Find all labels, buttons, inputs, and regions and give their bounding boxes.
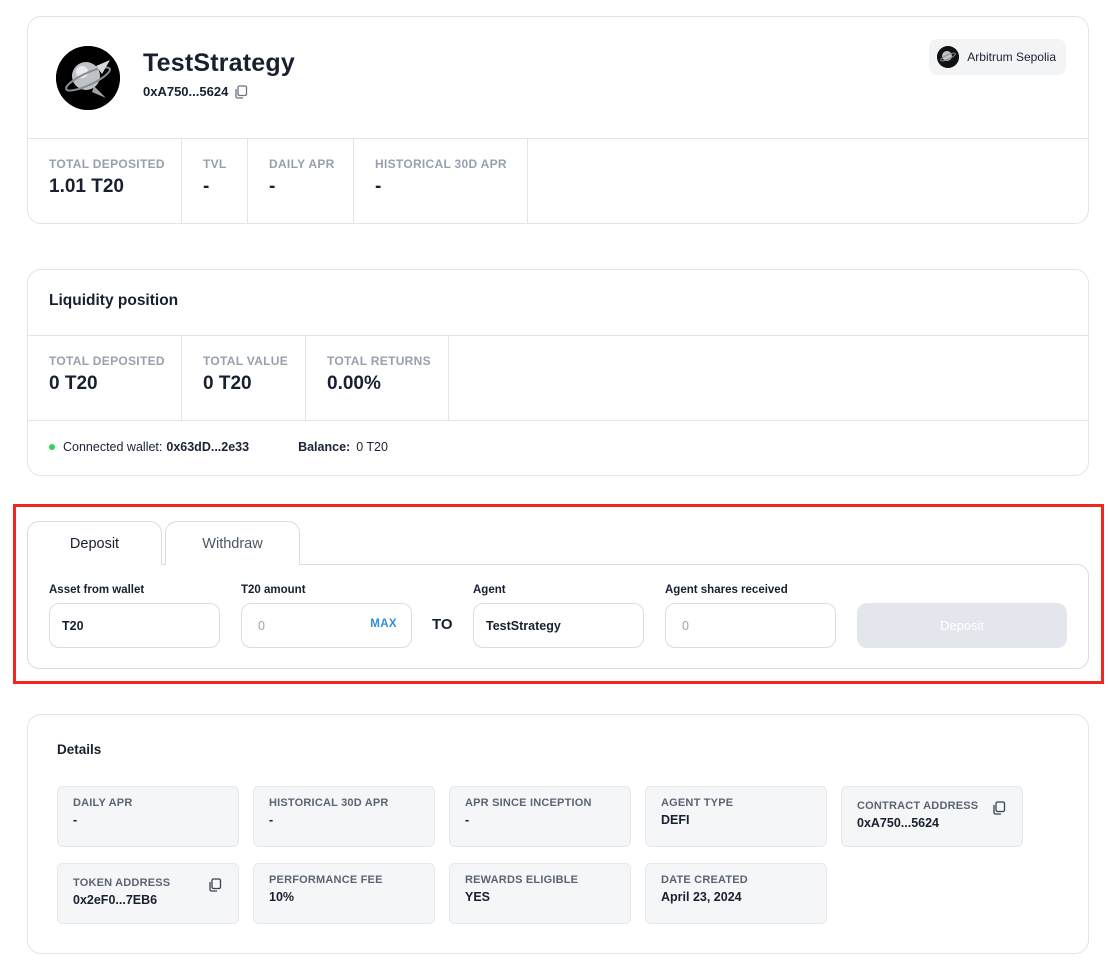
detail-performance-fee: PERFORMANCE FEE 10% [253, 863, 435, 924]
stat-total-value: TOTAL VALUE 0 T20 [182, 336, 306, 420]
tab-deposit[interactable]: Deposit [27, 521, 162, 565]
detail-label: PERFORMANCE FEE [269, 874, 383, 886]
detail-historical-apr: HISTORICAL 30D APR - [253, 786, 435, 847]
copy-icon[interactable] [992, 801, 1006, 815]
balance-value: 0 T20 [356, 440, 388, 454]
stat-label: TOTAL DEPOSITED [49, 354, 165, 368]
strategy-address-text: 0xA750...5624 [143, 84, 229, 99]
stat-label: TOTAL VALUE [203, 354, 289, 368]
stat-value: 0 T20 [49, 373, 98, 394]
detail-value: - [465, 813, 470, 827]
detail-date-created: DATE CREATED April 23, 2024 [645, 863, 827, 924]
detail-value: 0x2eF0...7EB6 [73, 893, 158, 907]
stat-total-deposited: TOTAL DEPOSITED 0 T20 [28, 336, 182, 420]
stat-value: - [269, 176, 276, 197]
arbitrum-logo-icon [937, 46, 960, 68]
stat-label: TOTAL DEPOSITED [49, 157, 165, 171]
stat-value: 0.00% [327, 373, 381, 394]
network-badge[interactable]: Arbitrum Sepolia [929, 39, 1066, 75]
detail-token-address: TOKEN ADDRESS 0x2eF0...7EB6 [57, 863, 239, 924]
header-stats: TOTAL DEPOSITED 1.01 T20 TVL - DAILY APR… [28, 139, 528, 224]
stat-total-returns: TOTAL RETURNS 0.00% [306, 336, 449, 420]
strategy-header-card: TestStrategy 0xA750...5624 Arbitrum Sepo… [27, 16, 1089, 224]
liquidity-stats: TOTAL DEPOSITED 0 T20 TOTAL VALUE 0 T20 … [28, 336, 449, 420]
highlight-box [13, 504, 1104, 684]
detail-value: 10% [269, 890, 295, 904]
stat-daily-apr: DAILY APR - [248, 139, 354, 224]
liquidity-position-card: Liquidity position TOTAL DEPOSITED 0 T20… [27, 269, 1089, 476]
stat-value: 1.01 T20 [49, 176, 124, 197]
detail-value: YES [465, 890, 491, 904]
detail-label: CONTRACT ADDRESS [857, 800, 979, 812]
detail-label: AGENT TYPE [661, 797, 734, 809]
connected-status-dot [49, 444, 55, 450]
wallet-address: 0x63dD...2e33 [166, 440, 250, 454]
liquidity-title: Liquidity position [49, 292, 179, 309]
network-name: Arbitrum Sepolia [967, 50, 1056, 64]
detail-label: APR SINCE INCEPTION [465, 797, 592, 809]
stat-total-deposited: TOTAL DEPOSITED 1.01 T20 [28, 139, 182, 224]
detail-label: REWARDS ELIGIBLE [465, 874, 579, 886]
stat-value: - [375, 176, 382, 197]
detail-rewards-eligible: REWARDS ELIGIBLE YES [449, 863, 631, 924]
stat-label: DAILY APR [269, 157, 335, 171]
balance-label: Balance: [298, 440, 351, 454]
detail-label: DATE CREATED [661, 874, 748, 886]
detail-label: TOKEN ADDRESS [73, 877, 171, 889]
stat-historical-apr: HISTORICAL 30D APR - [354, 139, 528, 224]
details-title: Details [57, 742, 102, 757]
detail-apr-since-inception: APR SINCE INCEPTION - [449, 786, 631, 847]
divider [28, 420, 1088, 421]
strategy-logo-icon [56, 46, 120, 110]
detail-contract-address: CONTRACT ADDRESS 0xA750...5624 [841, 786, 1023, 847]
stat-label: TVL [203, 157, 227, 171]
details-card: Details DAILY APR - HISTORICAL 30D APR -… [27, 714, 1089, 954]
detail-value: DEFI [661, 813, 690, 827]
detail-value: April 23, 2024 [661, 890, 742, 904]
strategy-address: 0xA750...5624 [143, 84, 248, 99]
detail-label: HISTORICAL 30D APR [269, 797, 389, 809]
wallet-info: Connected wallet: 0x63dD...2e33 Balance:… [49, 440, 388, 454]
strategy-name: TestStrategy [143, 49, 295, 77]
detail-daily-apr: DAILY APR - [57, 786, 239, 847]
copy-icon[interactable] [208, 878, 222, 892]
stat-label: HISTORICAL 30D APR [375, 157, 507, 171]
detail-value: 0xA750...5624 [857, 816, 940, 830]
copy-icon[interactable] [234, 84, 248, 99]
stat-value: 0 T20 [203, 373, 252, 394]
detail-value: - [73, 813, 78, 827]
detail-agent-type: AGENT TYPE DEFI [645, 786, 827, 847]
stat-label: TOTAL RETURNS [327, 354, 431, 368]
wallet-label: Connected wallet: [63, 440, 163, 454]
detail-value: - [269, 813, 274, 827]
stat-value: - [203, 176, 210, 197]
detail-label: DAILY APR [73, 797, 133, 809]
stat-tvl: TVL - [182, 139, 248, 224]
